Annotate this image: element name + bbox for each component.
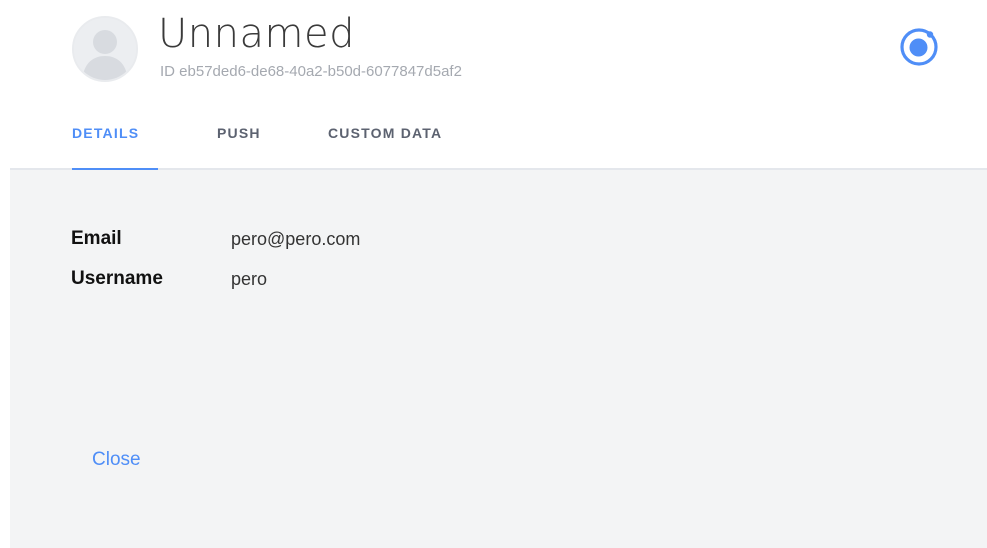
user-avatar-icon <box>72 16 138 82</box>
tab-details[interactable]: DETAILS <box>72 122 158 171</box>
tab-bar: DETAILS PUSH CUSTOM DATA <box>72 122 488 171</box>
details-panel: Email pero@pero.com Username pero Close <box>10 170 987 548</box>
modal-header: Unnamed ID eb57ded6-de68-40a2-b50d-60778… <box>10 0 987 171</box>
tab-push[interactable]: PUSH <box>217 122 275 170</box>
ionic-logo-icon <box>897 25 941 69</box>
tab-custom-data[interactable]: CUSTOM DATA <box>328 122 488 170</box>
user-details-modal: Unnamed ID eb57ded6-de68-40a2-b50d-60778… <box>10 0 987 548</box>
email-label: Email <box>71 228 122 249</box>
user-id-text: ID eb57ded6-de68-40a2-b50d-6077847d5af2 <box>160 63 462 80</box>
email-value: pero@pero.com <box>231 229 361 249</box>
close-button[interactable]: Close <box>92 449 141 471</box>
user-name-title: Unnamed <box>158 11 355 57</box>
username-value: pero <box>231 269 268 289</box>
username-label: Username <box>71 268 163 289</box>
